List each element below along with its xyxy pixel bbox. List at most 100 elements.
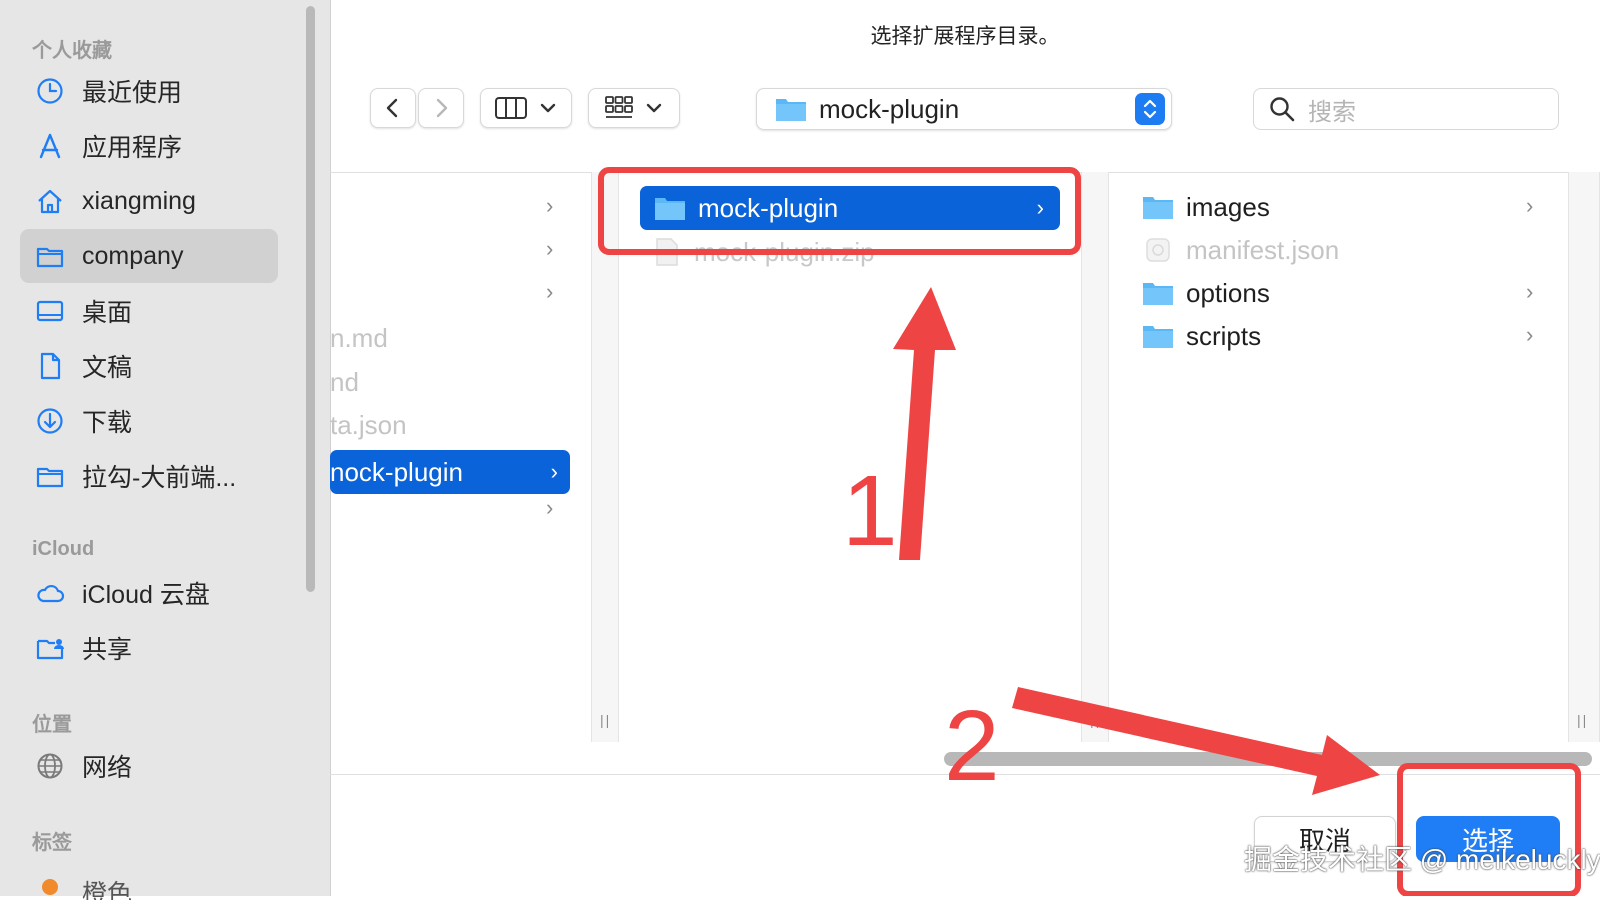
grid-icon xyxy=(605,96,633,118)
folder-icon xyxy=(1143,283,1173,305)
sidebar-section-locations: 位置 xyxy=(32,714,72,736)
list-item-label: images xyxy=(1186,191,1270,222)
view-mode-button[interactable] xyxy=(480,88,572,128)
folder-icon xyxy=(34,460,66,492)
list-item-label: mock-plugin xyxy=(698,192,839,223)
sidebar-section-tags: 标签 xyxy=(32,832,72,854)
search-field[interactable]: 搜索 xyxy=(1253,88,1559,130)
footer-divider xyxy=(330,774,1600,775)
sidebar-section-favorites: 个人收藏 xyxy=(32,40,112,62)
columns-icon xyxy=(495,97,527,119)
sidebar-section-icloud: iCloud xyxy=(32,538,95,560)
sidebar-item-label: iCloud 云盘 xyxy=(82,581,210,609)
chevron-right-icon[interactable]: › xyxy=(1526,279,1533,305)
sidebar-item-label: 网络 xyxy=(82,754,133,782)
sidebar-item-downloads[interactable]: 下载 xyxy=(20,394,278,448)
forward-button[interactable] xyxy=(418,88,464,128)
chevron-right-icon xyxy=(436,98,448,118)
chevron-right-icon[interactable]: › xyxy=(546,495,553,521)
sidebar-item-recents[interactable]: 最近使用 xyxy=(20,64,278,118)
chevron-down-icon xyxy=(540,103,556,113)
chevron-down-icon xyxy=(646,103,662,113)
shared-folder-icon xyxy=(34,632,66,664)
sidebar-item-tag-orange[interactable]: 橙色 xyxy=(20,860,278,900)
folder-icon xyxy=(1143,326,1173,348)
list-item[interactable]: n.md xyxy=(330,318,388,358)
desktop-icon xyxy=(34,295,66,327)
search-placeholder: 搜索 xyxy=(1308,98,1356,126)
path-popup[interactable]: mock-plugin xyxy=(756,88,1172,130)
list-item[interactable]: mock-plugin.zip xyxy=(654,232,875,272)
sidebar-item-home[interactable]: xiangming xyxy=(20,174,278,228)
list-item-label: options xyxy=(1186,277,1270,308)
path-label: mock-plugin xyxy=(819,93,960,124)
sidebar-item-label: xiangming xyxy=(82,186,196,215)
chevron-right-icon: › xyxy=(550,459,558,484)
sidebar-item-label: 文稿 xyxy=(82,354,133,382)
zip-file-icon xyxy=(656,238,678,266)
sidebar-item-label: 桌面 xyxy=(82,299,133,327)
home-icon xyxy=(34,185,66,217)
chevron-right-icon[interactable]: › xyxy=(546,236,553,262)
sidebar-item-applications[interactable]: 应用程序 xyxy=(20,119,278,173)
column-resize-handle[interactable]: || xyxy=(1568,172,1600,742)
list-item[interactable]: manifest.json xyxy=(1142,230,1339,270)
sidebar-item-desktop[interactable]: 桌面 xyxy=(20,284,278,338)
sidebar-item-label: 共享 xyxy=(82,636,133,664)
chevron-right-icon[interactable]: › xyxy=(1526,193,1533,219)
sidebar-item-label: 下载 xyxy=(82,409,133,437)
chevron-right-icon: › xyxy=(1036,195,1044,220)
sidebar-item-company[interactable]: company xyxy=(20,229,278,283)
sidebar-item-label: 橙色 xyxy=(82,880,133,900)
list-item-label: scripts xyxy=(1186,320,1262,351)
clock-icon xyxy=(34,75,66,107)
horizontal-scrollbar[interactable] xyxy=(944,752,1592,766)
document-icon xyxy=(34,350,66,382)
column-resize-handle[interactable]: || xyxy=(591,172,619,742)
sidebar-item-lagou[interactable]: 拉勾-大前端... xyxy=(20,449,278,503)
sidebar-item-icloud-drive[interactable]: iCloud 云盘 xyxy=(20,566,278,620)
list-item[interactable]: nd xyxy=(330,362,359,402)
sidebar-item-shared[interactable]: 共享 xyxy=(20,621,278,675)
orange-tag-icon xyxy=(34,864,66,896)
column-resize-handle[interactable]: || xyxy=(1081,172,1109,742)
chevron-right-icon[interactable]: › xyxy=(1526,322,1533,348)
list-item[interactable]: options xyxy=(1142,273,1270,313)
dialog-title: 选择扩展程序目录。 xyxy=(870,25,1060,48)
folder-icon xyxy=(1143,197,1173,219)
group-button[interactable] xyxy=(588,88,680,128)
chevron-right-icon[interactable]: › xyxy=(546,279,553,305)
chevron-left-icon xyxy=(386,98,398,118)
folder-icon xyxy=(655,198,685,220)
json-file-icon xyxy=(1146,238,1170,262)
sidebar-scrollbar[interactable] xyxy=(306,6,315,592)
sidebar-item-network[interactable]: 网络 xyxy=(20,739,278,793)
list-item-label: n.md xyxy=(330,322,388,353)
globe-icon xyxy=(34,750,66,782)
list-item[interactable]: images xyxy=(1142,187,1270,227)
download-icon xyxy=(34,405,66,437)
list-item-selected[interactable]: mock-plugin › xyxy=(640,186,1060,230)
sidebar-item-label: 拉勾-大前端... xyxy=(82,464,237,492)
list-item[interactable]: ta.json xyxy=(330,405,407,445)
list-item-label: mock-plugin.zip xyxy=(694,236,875,267)
list-item-label: manifest.json xyxy=(1186,234,1340,265)
grip-icon: || xyxy=(1577,712,1589,728)
list-item-label: ta.json xyxy=(330,409,407,440)
sidebar-item-documents[interactable]: 文稿 xyxy=(20,339,278,393)
applications-icon xyxy=(34,130,66,162)
chevron-right-icon[interactable]: › xyxy=(546,193,553,219)
folder-icon xyxy=(776,99,806,121)
list-item-selected[interactable]: nock-plugin › xyxy=(330,450,570,494)
back-button[interactable] xyxy=(370,88,416,128)
cloud-icon xyxy=(34,577,66,609)
list-item[interactable]: scripts xyxy=(1142,316,1261,356)
search-icon xyxy=(1270,97,1295,122)
list-item-label: nd xyxy=(330,366,359,397)
sidebar-item-label: company xyxy=(82,241,184,270)
watermark: 掘金技术社区 @ meikeluckly xyxy=(1244,844,1600,875)
folder-icon xyxy=(34,240,66,272)
grip-icon: || xyxy=(1090,712,1102,728)
sidebar-item-label: 应用程序 xyxy=(82,134,183,162)
list-item-label: nock-plugin xyxy=(330,456,463,487)
